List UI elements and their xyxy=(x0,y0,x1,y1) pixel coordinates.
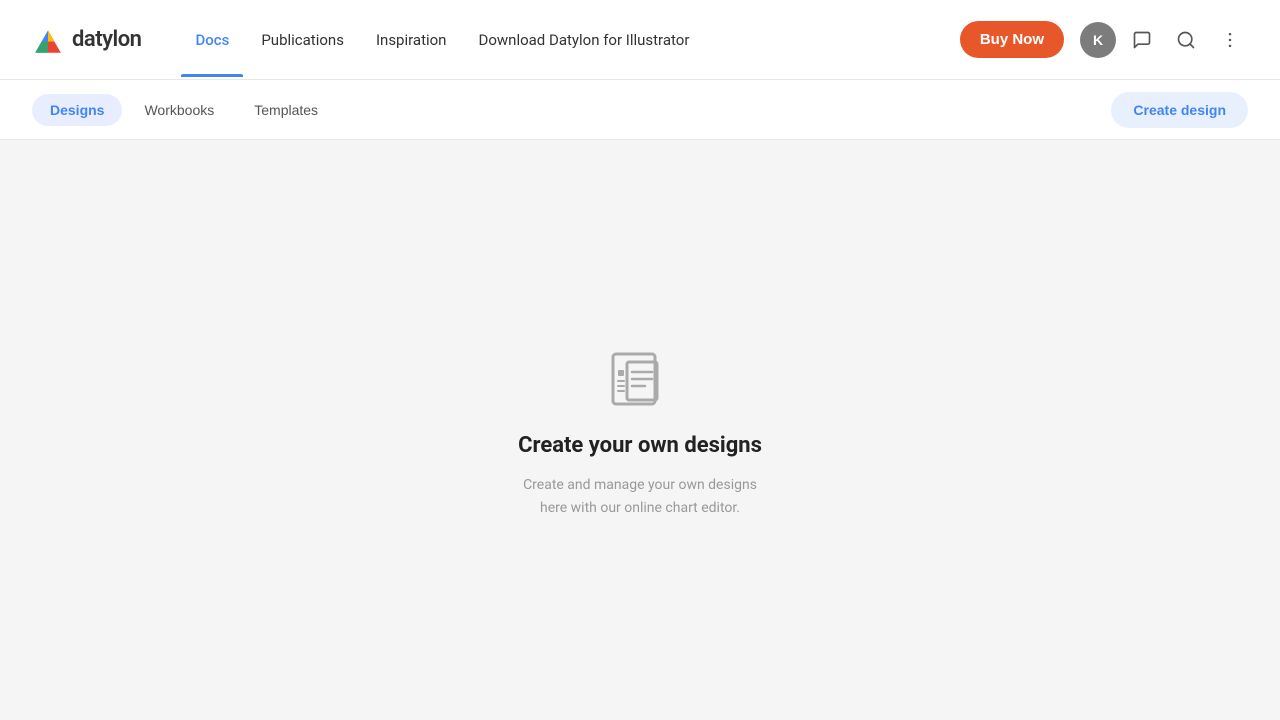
more-vertical-icon xyxy=(1220,30,1240,50)
nav-item-download[interactable]: Download Datylon for Illustrator xyxy=(464,23,703,57)
buy-now-button[interactable]: Buy Now xyxy=(960,21,1064,58)
nav-item-publications[interactable]: Publications xyxy=(247,23,358,57)
chat-icon xyxy=(1132,30,1152,50)
search-icon-button[interactable] xyxy=(1168,22,1204,58)
nav-item-docs[interactable]: Docs xyxy=(181,23,243,57)
empty-state: Create your own designs Create and manag… xyxy=(510,341,770,519)
empty-state-title: Create your own designs xyxy=(518,433,762,458)
tab-templates[interactable]: Templates xyxy=(236,94,336,126)
logo[interactable]: datylon xyxy=(32,24,141,56)
main-content: Create your own designs Create and manag… xyxy=(0,140,1280,720)
empty-state-description: Create and manage your own designs here … xyxy=(510,474,770,519)
designs-empty-icon xyxy=(604,341,676,413)
search-icon xyxy=(1176,30,1196,50)
main-nav: Docs Publications Inspiration Download D… xyxy=(181,23,959,57)
avatar-button[interactable]: K xyxy=(1080,22,1116,58)
logo-text: datylon xyxy=(72,27,141,52)
more-icon-button[interactable] xyxy=(1212,22,1248,58)
chat-icon-button[interactable] xyxy=(1124,22,1160,58)
tab-bar: Designs Workbooks Templates xyxy=(32,94,336,126)
create-design-button[interactable]: Create design xyxy=(1111,92,1248,128)
datylon-logo-icon xyxy=(32,24,64,56)
header: datylon Docs Publications Inspiration Do… xyxy=(0,0,1280,80)
nav-item-inspiration[interactable]: Inspiration xyxy=(362,23,461,57)
tab-designs[interactable]: Designs xyxy=(32,94,122,126)
tab-workbooks[interactable]: Workbooks xyxy=(126,94,232,126)
header-right: Buy Now K xyxy=(960,21,1248,58)
sub-header: Designs Workbooks Templates Create desig… xyxy=(0,80,1280,140)
